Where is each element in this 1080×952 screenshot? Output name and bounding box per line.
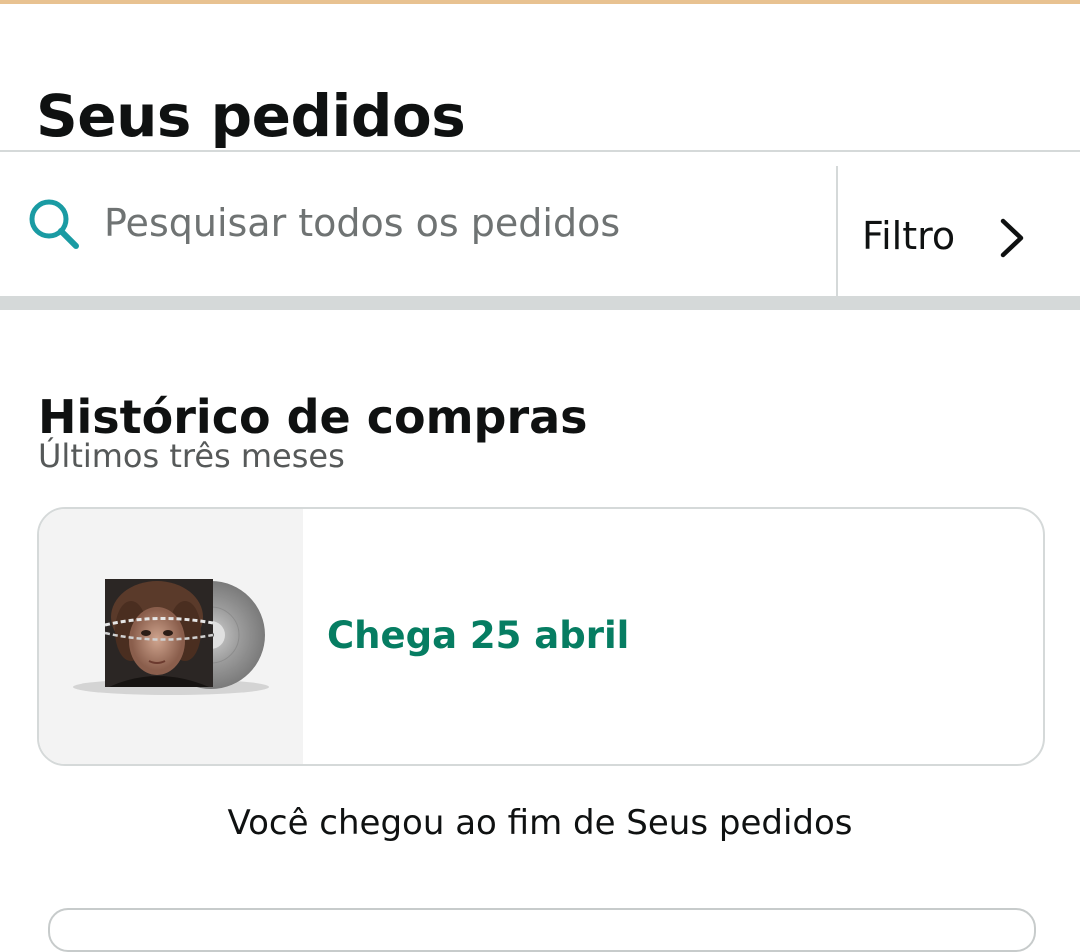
filter-button[interactable]: Filtro	[838, 166, 1080, 296]
next-card-edge	[48, 908, 1036, 952]
purchase-history-title: Histórico de compras	[38, 390, 588, 445]
delivery-status: Chega 25 abril	[327, 614, 630, 657]
order-card[interactable]: Chega 25 abril	[37, 507, 1045, 766]
search-icon[interactable]	[26, 196, 82, 252]
end-of-orders-message: Você chegou ao fim de Seus pedidos	[227, 803, 853, 843]
filter-label: Filtro	[862, 214, 956, 258]
top-accent-bar	[0, 0, 1080, 4]
time-period-label: Últimos três meses	[38, 437, 345, 475]
chevron-right-icon	[1000, 218, 1024, 258]
page-title: Seus pedidos	[36, 81, 466, 150]
vinyl-album-cover-icon	[73, 579, 269, 695]
search-bar: Filtro	[0, 152, 1080, 296]
product-image[interactable]	[39, 509, 303, 764]
search-input[interactable]	[104, 198, 804, 248]
section-divider	[0, 296, 1080, 310]
